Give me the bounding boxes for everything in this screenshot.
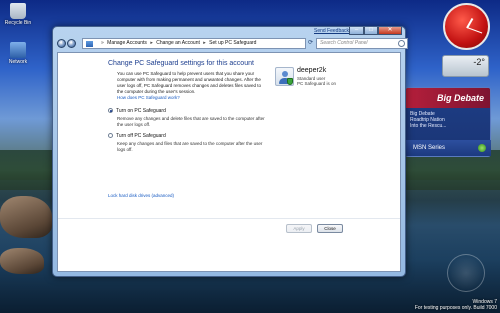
breadcrumb-separator: ▸ <box>203 40 206 46</box>
navigation-bar: ‹ › » Manage Accounts ▸ Change an Accoun… <box>57 38 408 50</box>
breadcrumb-separator: » <box>101 40 104 46</box>
apply-button[interactable]: Apply <box>286 224 312 233</box>
search-input[interactable]: Search Control Panel <box>316 38 408 49</box>
wallpaper-rock <box>0 248 44 274</box>
desktop-icon-label: Network <box>8 59 28 65</box>
clock-minute-hand <box>466 26 482 33</box>
forward-button[interactable]: › <box>67 39 76 48</box>
weather-gadget[interactable]: -2° <box>442 55 489 77</box>
control-panel-window: Send Feedback – □ ✕ ‹ › » Manage Account… <box>52 26 408 277</box>
close-window-button[interactable]: ✕ <box>378 27 402 35</box>
search-placeholder: Search Control Panel <box>320 40 368 46</box>
watermark-line: For testing purposes only. Build 7000 <box>414 305 497 311</box>
minimize-button[interactable]: – <box>349 27 364 35</box>
desktop-icon-label: Recycle Bin <box>4 20 32 26</box>
network-icon <box>10 42 26 58</box>
turn-off-radio[interactable] <box>108 133 113 139</box>
search-icon[interactable] <box>398 40 405 47</box>
turn-on-option[interactable]: Turn on PC Safeguard <box>108 108 166 114</box>
build-watermark: Windows 7 For testing purposes only. Bui… <box>415 299 497 311</box>
page-title: Change PC Safeguard settings for this ac… <box>108 60 254 67</box>
close-button[interactable]: Close <box>317 224 343 233</box>
user-name: deeper2k <box>297 67 327 74</box>
turn-on-radio[interactable] <box>108 108 113 114</box>
clock-gadget[interactable] <box>443 3 490 50</box>
send-feedback-link[interactable]: Send Feedback <box>314 28 349 34</box>
maximize-button[interactable]: □ <box>364 27 378 35</box>
desktop-icon-network[interactable]: Network <box>1 42 35 65</box>
window-titlebar[interactable]: Send Feedback – □ ✕ <box>53 27 405 38</box>
back-button[interactable]: ‹ <box>57 39 66 48</box>
gadget-orb-icon <box>447 254 485 292</box>
how-pc-safeguard-works-link[interactable]: How does PC Safeguard work? <box>117 95 180 100</box>
wallpaper-rock <box>0 196 52 238</box>
breadcrumb-separator: ▸ <box>150 40 153 46</box>
breadcrumb-set-up-pc-safeguard[interactable]: Set up PC Safeguard <box>209 40 256 46</box>
turn-off-description: Keep any changes and files that are save… <box>117 141 263 152</box>
turn-off-option[interactable]: Turn off PC Safeguard <box>108 133 166 139</box>
user-role: Standard user PC Safeguard is on <box>297 76 336 86</box>
turn-off-label[interactable]: Turn off PC Safeguard <box>116 133 166 139</box>
user-avatar <box>275 67 294 86</box>
feed-line[interactable]: Into the Rescu... <box>410 123 486 129</box>
msn-label: MSN Series <box>413 145 446 151</box>
safeguard-shield-icon <box>287 78 293 85</box>
msn-gadget[interactable]: MSN Series <box>405 140 491 156</box>
msn-status-icon <box>478 144 486 152</box>
recycle-bin-icon <box>10 3 26 19</box>
user-account-tile: deeper2k Standard user PC Safeguard is o… <box>275 67 340 93</box>
weather-temp: -2° <box>473 57 485 67</box>
refresh-icon[interactable]: ⟳ <box>308 39 315 48</box>
breadcrumb-change-account[interactable]: Change an Account <box>156 40 200 46</box>
turn-on-description: Remove any changes and delete files that… <box>117 116 265 127</box>
turn-on-label[interactable]: Turn on PC Safeguard <box>116 108 166 114</box>
content-pane: Change PC Safeguard settings for this ac… <box>57 52 401 272</box>
feed-title: Big Debate <box>406 88 490 108</box>
lock-hard-disk-link[interactable]: Lock hard disk drives (advanced) <box>108 193 174 198</box>
breadcrumb-manage-accounts[interactable]: Manage Accounts <box>107 40 147 46</box>
control-panel-icon <box>86 41 93 47</box>
intro-text: You can use PC Safeguard to help prevent… <box>117 71 262 94</box>
address-bar[interactable]: » Manage Accounts ▸ Change an Account ▸ … <box>82 38 306 49</box>
footer-divider <box>58 218 400 219</box>
desktop-icon-recycle-bin[interactable]: Recycle Bin <box>1 3 35 26</box>
user-safeguard-status: PC Safeguard is on <box>297 81 337 86</box>
